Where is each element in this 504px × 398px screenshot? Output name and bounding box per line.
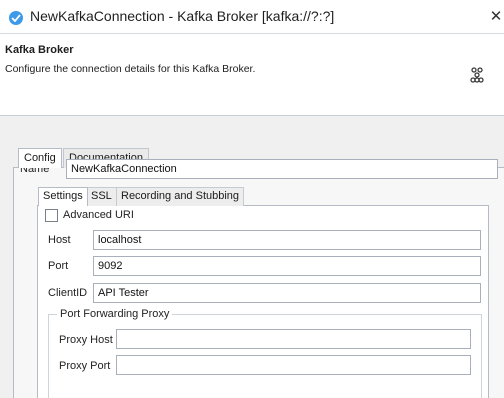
nodes-icon xyxy=(469,67,485,83)
port-label: Port xyxy=(48,260,69,272)
proxy-port-label: Proxy Port xyxy=(59,360,111,372)
proxy-port-field[interactable] xyxy=(116,355,471,375)
close-button[interactable]: ✕ xyxy=(488,8,504,26)
port-field[interactable]: 9092 xyxy=(93,256,481,276)
proxy-host-field[interactable] xyxy=(116,329,471,349)
client-id-field[interactable]: API Tester xyxy=(93,283,481,303)
proxy-host-label: Proxy Host xyxy=(59,334,113,346)
header-description: Configure the connection details for thi… xyxy=(5,63,256,75)
header-title: Kafka Broker xyxy=(5,44,74,56)
advanced-uri-checkbox[interactable] xyxy=(45,209,58,222)
host-label: Host xyxy=(48,234,71,246)
client-id-label: ClientID xyxy=(48,287,88,299)
window-title: NewKafkaConnection - Kafka Broker [kafka… xyxy=(30,8,335,24)
tab-config[interactable]: Config xyxy=(18,148,62,168)
gear-icon xyxy=(9,11,23,25)
tab-recording-and-stubbing[interactable]: Recording and Stubbing xyxy=(116,187,245,206)
port-forwarding-proxy-legend: Port Forwarding Proxy xyxy=(57,308,173,320)
name-field[interactable]: NewKafkaConnection xyxy=(66,159,498,179)
tab-settings[interactable]: Settings xyxy=(38,187,88,206)
tab-ssl[interactable]: SSL xyxy=(86,187,117,206)
host-field[interactable]: localhost xyxy=(93,230,481,250)
header-panel xyxy=(0,34,504,116)
advanced-uri-label: Advanced URI xyxy=(63,209,134,221)
